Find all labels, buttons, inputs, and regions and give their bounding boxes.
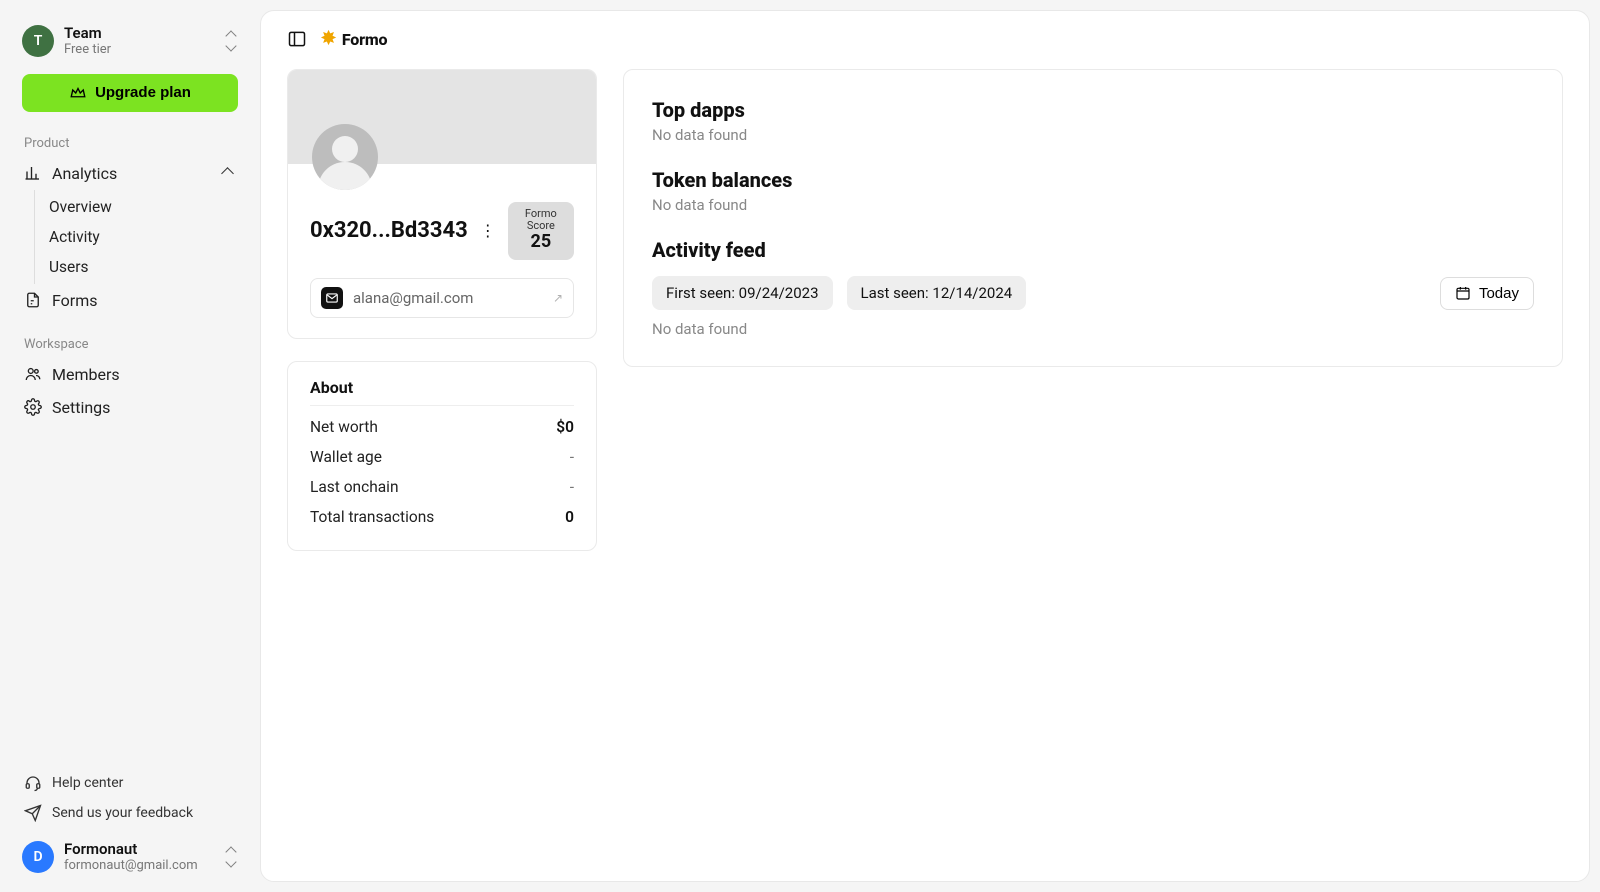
chevrons-updown-icon	[224, 848, 238, 866]
top-dapps-title: Top dapps	[652, 98, 1534, 122]
headset-icon	[24, 774, 42, 792]
user-email: formonaut@gmail.com	[64, 858, 214, 874]
nav-members-label: Members	[52, 365, 120, 384]
profile-email: alana@gmail.com	[353, 289, 473, 307]
nav-members[interactable]: Members	[12, 358, 248, 391]
nav-activity[interactable]: Activity	[35, 222, 248, 252]
topbar: ✸ Formo	[287, 29, 1563, 49]
about-value: -	[570, 478, 574, 496]
about-value: $0	[556, 418, 574, 436]
main: ✸ Formo 0x320...Bd3343 ⋮	[260, 0, 1600, 892]
activity-feed-empty: No data found	[652, 320, 1534, 338]
profile-banner	[288, 70, 596, 164]
calendar-icon	[1455, 285, 1471, 301]
sidebar: T Team Free tier Upgrade plan Product An…	[0, 0, 260, 892]
user-avatar: D	[22, 841, 54, 873]
profile-card: 0x320...Bd3343 ⋮ Formo Score 25 alana	[287, 69, 597, 339]
external-link-icon[interactable]: ↗	[553, 291, 563, 305]
section-workspace-label: Workspace	[12, 331, 248, 358]
activity-feed-title: Activity feed	[652, 238, 1534, 262]
team-switcher[interactable]: T Team Free tier	[12, 20, 248, 68]
nav-overview[interactable]: Overview	[35, 192, 248, 222]
nav-settings-label: Settings	[52, 398, 110, 417]
about-title: About	[310, 378, 574, 406]
document-icon	[24, 291, 42, 309]
send-icon	[24, 804, 42, 822]
about-key: Wallet age	[310, 448, 382, 466]
about-row-total-tx: Total transactions 0	[310, 502, 574, 532]
nav-analytics-submenu: Overview Activity Users	[34, 190, 248, 284]
first-seen-chip: First seen: 09/24/2023	[652, 276, 833, 310]
nav-users[interactable]: Users	[35, 252, 248, 282]
about-key: Last onchain	[310, 478, 399, 496]
token-balances-title: Token balances	[652, 168, 1534, 192]
nav-forms-label: Forms	[52, 291, 98, 310]
today-button[interactable]: Today	[1440, 277, 1534, 310]
section-product-label: Product	[12, 130, 248, 157]
about-key: Net worth	[310, 418, 378, 436]
top-dapps-empty: No data found	[652, 126, 1534, 144]
formo-score-label: Formo Score	[522, 208, 560, 232]
brand[interactable]: ✸ Formo	[321, 30, 387, 49]
chevron-up-icon	[221, 167, 234, 180]
email-pill[interactable]: alana@gmail.com ↗	[310, 278, 574, 318]
token-balances-empty: No data found	[652, 196, 1534, 214]
nav-analytics-label: Analytics	[52, 164, 117, 183]
account-switcher[interactable]: D Formonaut formonaut@gmail.com	[12, 828, 248, 878]
team-tier: Free tier	[64, 42, 214, 58]
upgrade-plan-label: Upgrade plan	[95, 84, 191, 101]
team-name: Team	[64, 24, 214, 42]
users-icon	[24, 365, 42, 383]
about-card: About Net worth $0 Wallet age - Last onc…	[287, 361, 597, 551]
crown-icon	[69, 84, 87, 102]
upgrade-plan-button[interactable]: Upgrade plan	[22, 74, 238, 112]
envelope-icon	[321, 287, 343, 309]
nav-analytics[interactable]: Analytics	[12, 157, 248, 190]
about-value: 0	[565, 508, 574, 526]
about-value: -	[570, 448, 574, 466]
help-center-link[interactable]: Help center	[12, 768, 248, 798]
about-row-wallet-age: Wallet age -	[310, 442, 574, 472]
send-feedback-label: Send us your feedback	[52, 805, 193, 821]
wallet-address: 0x320...Bd3343	[310, 218, 468, 243]
nav-settings[interactable]: Settings	[12, 391, 248, 424]
formo-score-badge: Formo Score 25	[508, 202, 574, 260]
nav-forms[interactable]: Forms	[12, 284, 248, 317]
formo-score-value: 25	[522, 232, 560, 252]
help-center-label: Help center	[52, 775, 123, 791]
more-actions-button[interactable]: ⋮	[476, 219, 500, 243]
today-label: Today	[1479, 285, 1519, 302]
panel-toggle-icon[interactable]	[287, 29, 307, 49]
about-row-last-onchain: Last onchain -	[310, 472, 574, 502]
brand-logo-icon: ✸	[321, 30, 336, 48]
about-row-net-worth: Net worth $0	[310, 412, 574, 442]
user-name: Formonaut	[64, 840, 214, 858]
bar-chart-icon	[24, 164, 42, 182]
gear-icon	[24, 398, 42, 416]
brand-name: Formo	[342, 30, 387, 49]
main-panel: ✸ Formo 0x320...Bd3343 ⋮	[260, 10, 1590, 882]
team-avatar: T	[22, 25, 54, 57]
last-seen-chip: Last seen: 12/14/2024	[847, 276, 1027, 310]
chevrons-updown-icon	[224, 32, 238, 50]
about-key: Total transactions	[310, 508, 434, 526]
avatar-placeholder-icon	[312, 124, 378, 190]
send-feedback-link[interactable]: Send us your feedback	[12, 798, 248, 828]
details-card: Top dapps No data found Token balances N…	[623, 69, 1563, 367]
